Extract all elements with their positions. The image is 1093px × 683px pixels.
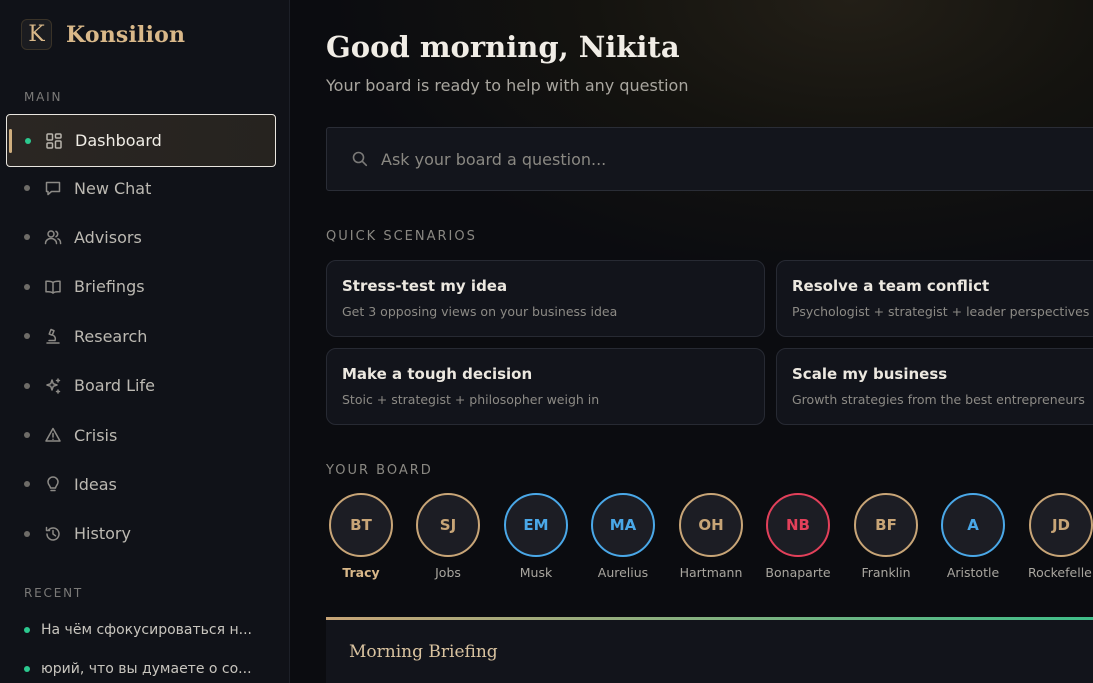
sidebar-item-label: New Chat	[74, 178, 152, 198]
history-icon	[44, 525, 62, 543]
scenario-description: Stoic + strategist + philosopher weigh i…	[342, 392, 600, 407]
advisor-musk[interactable]: EM Musk	[503, 493, 569, 580]
page-subtitle: Your board is ready to help with any que…	[326, 76, 689, 95]
chat-icon	[44, 179, 62, 197]
advisor-name: Aristotle	[946, 565, 1000, 580]
recent-chat-item[interactable]: юрий, что вы думаете о со...	[24, 661, 274, 677]
microscope-icon	[44, 327, 62, 345]
lightbulb-icon	[44, 475, 62, 493]
avatar: OH	[679, 493, 743, 557]
recent-chat-item[interactable]: На чём сфокусироваться н...	[24, 622, 274, 638]
sidebar-item-research[interactable]: Research	[6, 312, 276, 361]
brand-name: Konsilion	[66, 21, 186, 48]
advisor-name: Aurelius	[597, 565, 649, 580]
advisor-name: Bonaparte	[765, 565, 831, 580]
scenario-card[interactable]: Resolve a team conflict Psychologist + s…	[776, 260, 1093, 337]
sidebar-item-advisors[interactable]: Advisors	[6, 213, 276, 262]
advisor-name: Rockefeller	[1028, 565, 1093, 580]
page-title: Good morning, Nikita	[326, 30, 680, 64]
scenario-title: Scale my business	[792, 365, 948, 383]
advisor-tracy[interactable]: BT Tracy	[328, 493, 394, 580]
warning-icon	[44, 426, 62, 444]
status-dot	[24, 333, 30, 340]
scenario-card[interactable]: Scale my business Growth strategies from…	[776, 348, 1093, 425]
advisor-franklin[interactable]: BF Franklin	[853, 493, 919, 580]
advisor-aristotle[interactable]: A Aristotle	[940, 493, 1006, 580]
sidebar-item-label: Ideas	[74, 474, 117, 494]
sidebar: K Konsilion MAIN Dashboard New Chat Advi…	[0, 0, 290, 683]
sidebar-item-label: History	[74, 524, 131, 544]
section-label-your-board: YOUR BOARD	[326, 463, 433, 478]
brand[interactable]: K Konsilion	[21, 19, 185, 50]
search-input[interactable]	[381, 149, 1093, 169]
status-dot	[24, 234, 30, 241]
sidebar-item-dashboard[interactable]: Dashboard	[6, 114, 276, 167]
sidebar-item-ideas[interactable]: Ideas	[6, 460, 276, 509]
sidebar-item-label: Advisors	[74, 227, 142, 247]
scenario-description: Growth strategies from the best entrepre…	[792, 392, 1085, 407]
sidebar-item-board-life[interactable]: Board Life	[6, 361, 276, 410]
section-label-recent: RECENT	[24, 586, 83, 600]
search-bar[interactable]	[326, 127, 1093, 191]
status-dot	[24, 666, 30, 672]
scenario-title: Stress-test my idea	[342, 277, 508, 295]
sidebar-item-history[interactable]: History	[6, 509, 276, 558]
sidebar-item-new-chat[interactable]: New Chat	[6, 163, 276, 212]
avatar: EM	[504, 493, 568, 557]
status-dot	[25, 137, 31, 144]
status-dot	[24, 432, 30, 439]
scenario-description: Psychologist + strategist + leader persp…	[792, 304, 1090, 319]
scenario-title: Make a tough decision	[342, 365, 533, 383]
advisor-name: Franklin	[861, 565, 911, 580]
users-icon	[44, 228, 62, 246]
advisor-name: Hartmann	[679, 565, 743, 580]
section-label-quick-scenarios: QUICK SCENARIOS	[326, 229, 477, 244]
scenario-card[interactable]: Make a tough decision Stoic + strategist…	[326, 348, 765, 425]
avatar: NB	[766, 493, 830, 557]
main-content: Good morning, Nikita Your board is ready…	[291, 0, 1093, 683]
avatar: BF	[854, 493, 918, 557]
status-dot	[24, 481, 30, 488]
morning-briefing-panel: Morning Briefing	[326, 617, 1093, 683]
sidebar-item-label: Briefings	[74, 277, 145, 297]
sidebar-item-label: Research	[74, 326, 148, 346]
advisor-aurelius[interactable]: MA Aurelius	[590, 493, 656, 580]
advisor-name: Musk	[519, 565, 553, 580]
section-label-main: MAIN	[24, 90, 63, 104]
sidebar-item-briefings[interactable]: Briefings	[6, 262, 276, 311]
status-dot	[24, 627, 30, 633]
avatar: JD	[1029, 493, 1093, 557]
sidebar-item-label: Dashboard	[75, 131, 162, 150]
scenario-card[interactable]: Stress-test my idea Get 3 opposing views…	[326, 260, 765, 337]
avatar: A	[941, 493, 1005, 557]
sidebar-item-crisis[interactable]: Crisis	[6, 410, 276, 459]
status-dot	[24, 283, 30, 290]
sidebar-nav: Dashboard New Chat Advisors Briefings Re…	[6, 114, 276, 559]
advisor-name: Jobs	[435, 565, 461, 580]
sparkles-icon	[44, 377, 62, 395]
scenario-title: Resolve a team conflict	[792, 277, 990, 295]
status-dot	[24, 185, 30, 192]
recent-chat-title: На чём сфокусироваться н...	[41, 622, 252, 638]
advisor-jobs[interactable]: SJ Jobs	[415, 493, 481, 580]
avatar: MA	[591, 493, 655, 557]
avatar: SJ	[416, 493, 480, 557]
grid-icon	[45, 132, 63, 150]
recent-chat-title: юрий, что вы думаете о со...	[41, 661, 252, 677]
search-icon	[351, 150, 369, 168]
logo: K	[21, 19, 52, 50]
avatar: BT	[329, 493, 393, 557]
advisor-name: Tracy	[342, 565, 380, 580]
advisor-hartmann[interactable]: OH Hartmann	[678, 493, 744, 580]
status-dot	[24, 530, 30, 537]
briefing-title: Morning Briefing	[349, 642, 498, 662]
sidebar-item-label: Crisis	[74, 425, 118, 445]
advisor-rockefeller[interactable]: JD Rockefeller	[1028, 493, 1093, 580]
scenario-description: Get 3 opposing views on your business id…	[342, 304, 618, 319]
sidebar-item-label: Board Life	[74, 376, 155, 396]
book-icon	[44, 278, 62, 296]
status-dot	[24, 382, 30, 389]
advisor-bonaparte[interactable]: NB Bonaparte	[765, 493, 831, 580]
